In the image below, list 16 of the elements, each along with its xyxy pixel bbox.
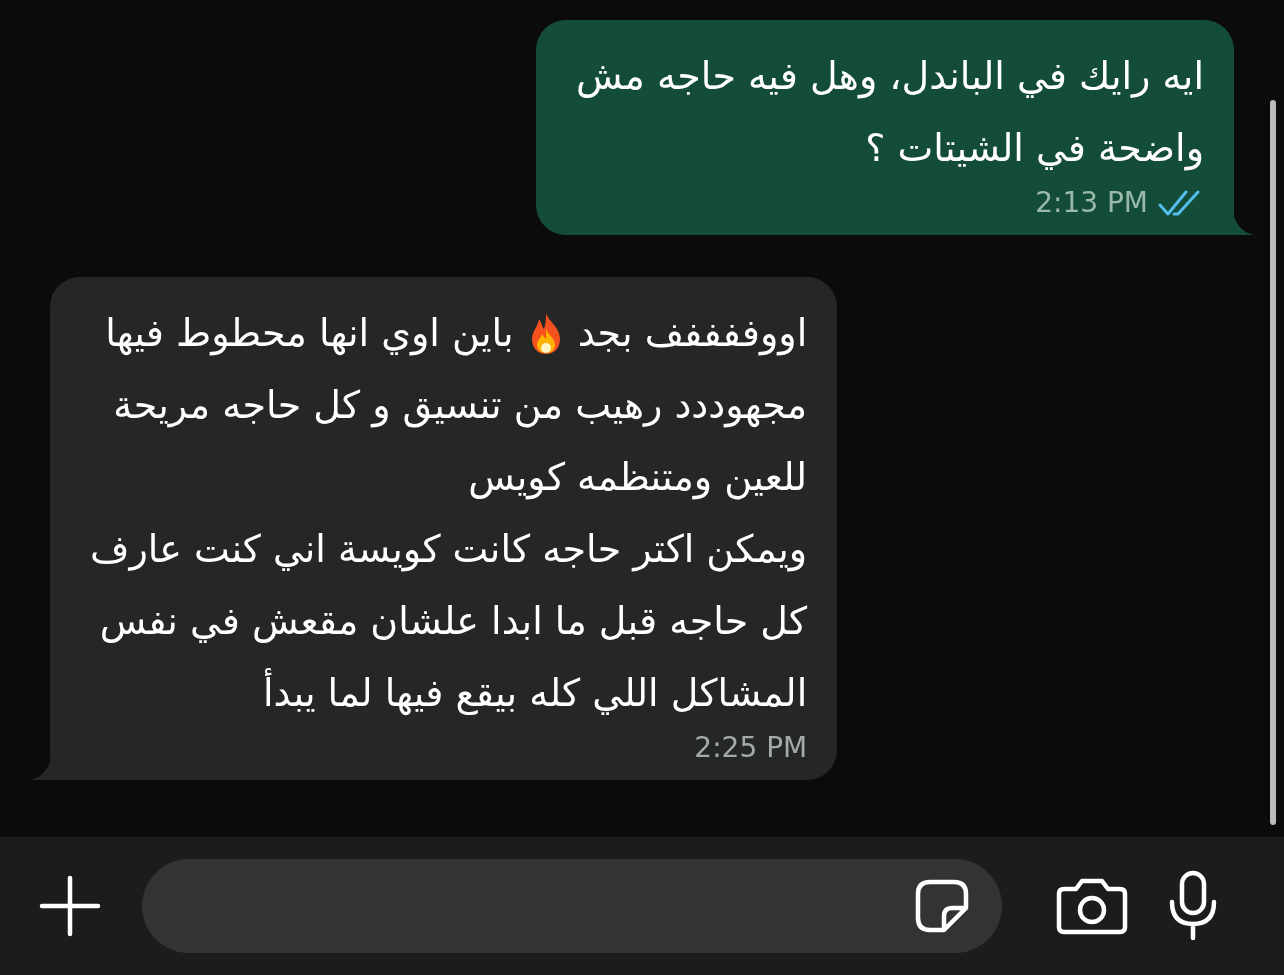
message-text: باين اوي انها محطوط فيها: [105, 310, 514, 358]
message-text: كل حاجه قبل ما ابدا علشان مقعش في نفس: [99, 598, 808, 645]
message-text: واضحة في الشيتات ؟: [865, 125, 1204, 173]
message-text: ايه رايك في الباندل، وهل فيه حاجه مش: [576, 53, 1204, 101]
camera-icon[interactable]: [1056, 877, 1128, 935]
message-time: 2:13 PM: [1035, 186, 1148, 219]
message-text: ويمكن اكتر حاجه كانت كويسة اني كنت عارف: [90, 526, 808, 574]
sticker-icon[interactable]: [914, 878, 970, 934]
add-button[interactable]: [38, 874, 102, 938]
scrollbar[interactable]: [1270, 100, 1276, 825]
message-time: 2:25 PM: [694, 731, 808, 764]
microphone-icon[interactable]: [1168, 870, 1218, 942]
message-text: مجهوددد رهيب من تنسيق و كل حاجه مريحة: [113, 382, 808, 430]
message-text: للعين ومتنظمه كويس: [468, 454, 808, 502]
message-text: اووففففف بجد: [577, 310, 808, 358]
message-text: المشاكل اللي كله بيقع فيها لما يبدأ: [262, 657, 808, 729]
